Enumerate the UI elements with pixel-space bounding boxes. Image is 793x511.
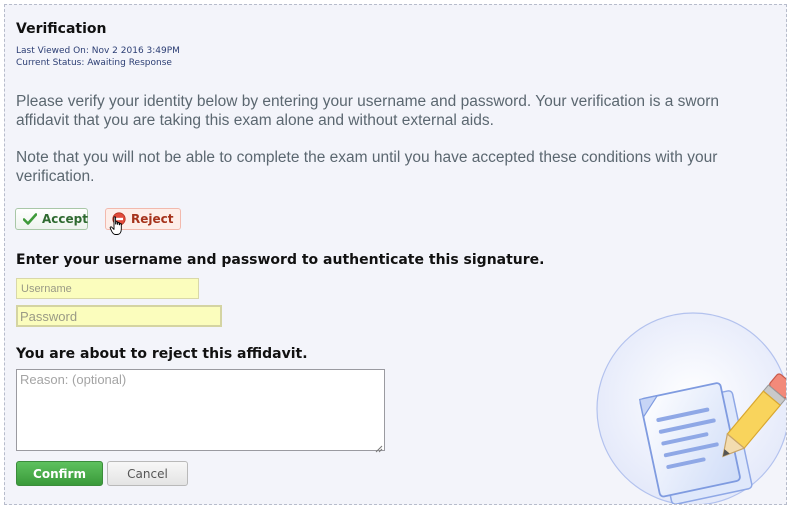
page-title: Verification — [16, 21, 107, 37]
reject-heading: You are about to reject this affidavit. — [16, 346, 308, 362]
verification-note: Note that you will not be able to comple… — [16, 149, 718, 185]
verification-instructions: Please verify your identity below by ent… — [16, 93, 720, 129]
accept-button[interactable]: Accept — [15, 208, 88, 230]
reason-textarea[interactable] — [16, 369, 385, 451]
current-status-text: Current Status: Awaiting Response — [16, 58, 172, 68]
cancel-button[interactable]: Cancel — [107, 461, 188, 486]
resize-grip-icon[interactable] — [374, 440, 383, 458]
password-input[interactable] — [16, 305, 222, 327]
document-pencil-icon — [593, 309, 786, 504]
reject-button-label: Reject — [131, 212, 174, 226]
authentication-heading: Enter your username and password to auth… — [16, 252, 545, 268]
checkmark-icon — [22, 213, 38, 225]
verification-panel: Verification Last Viewed On: Nov 2 2016 … — [4, 4, 787, 505]
accept-button-label: Accept — [42, 212, 88, 226]
confirm-button[interactable]: Confirm — [16, 461, 103, 486]
hand-pointer-icon — [109, 216, 125, 241]
last-viewed-text: Last Viewed On: Nov 2 2016 3:49PM — [16, 46, 180, 56]
username-input[interactable] — [16, 278, 199, 299]
